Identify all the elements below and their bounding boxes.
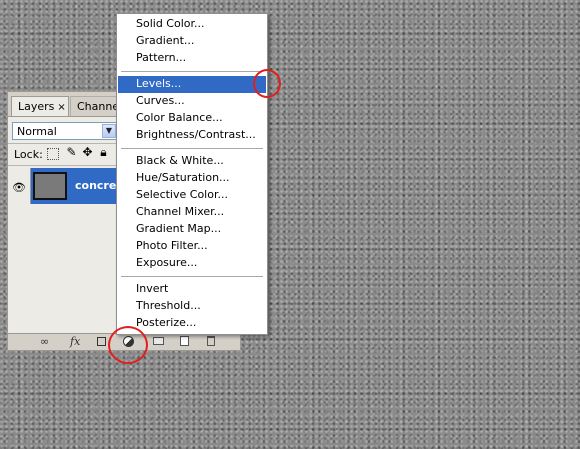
annotation-circle-adjustment-button [108, 326, 148, 364]
mask-icon[interactable] [97, 337, 106, 346]
menu-item-hue-saturation[interactable]: Hue/Saturation... [118, 170, 266, 187]
adjustment-layer-menu: Solid Color... Gradient... Pattern... Level… [116, 13, 268, 335]
menu-item-pattern[interactable]: Pattern... [118, 50, 266, 67]
trash-icon[interactable] [207, 336, 215, 346]
menu-item-color-balance[interactable]: Color Balance... [118, 110, 266, 127]
menu-item-photo-filter[interactable]: Photo Filter... [118, 238, 266, 255]
menu-item-levels[interactable]: Levels... [118, 76, 266, 93]
menu-separator [121, 71, 263, 72]
menu-item-black-white[interactable]: Black & White... [118, 153, 266, 170]
menu-item-gradient[interactable]: Gradient... [118, 33, 266, 50]
menu-item-selective-color[interactable]: Selective Color... [118, 187, 266, 204]
layer-thumbnail [33, 172, 67, 200]
chevron-down-icon[interactable]: ▼ [102, 124, 116, 138]
menu-item-gradient-map[interactable]: Gradient Map... [118, 221, 266, 238]
lock-all-icon[interactable]: 🔒︎ [97, 146, 110, 159]
lock-pixels-brush-icon[interactable]: ✎ [65, 146, 78, 159]
tab-layers-label: Layers [18, 100, 55, 113]
menu-item-exposure[interactable]: Exposure... [118, 255, 266, 272]
menu-item-curves[interactable]: Curves... [118, 93, 266, 110]
visibility-toggle[interactable]: 👁︎ [8, 168, 31, 204]
blend-mode-select[interactable]: Normal ▼ [12, 122, 118, 140]
close-icon[interactable]: × [57, 102, 65, 113]
new-layer-icon[interactable] [180, 336, 189, 346]
lock-position-move-icon[interactable]: ✥ [81, 146, 94, 159]
menu-separator [121, 276, 263, 277]
fx-icon[interactable]: fx [70, 335, 80, 348]
blend-mode-value: Normal [17, 125, 57, 138]
menu-item-brightness-contrast[interactable]: Brightness/Contrast... [118, 127, 266, 144]
lock-label: Lock: [14, 148, 43, 161]
menu-item-invert[interactable]: Invert [118, 281, 266, 298]
menu-separator [121, 148, 263, 149]
menu-item-solid-color[interactable]: Solid Color... [118, 16, 266, 33]
lock-transparency-icon[interactable] [47, 148, 59, 160]
menu-item-channel-mixer[interactable]: Channel Mixer... [118, 204, 266, 221]
tab-layers[interactable]: Layers × [11, 96, 69, 116]
annotation-circle-levels [253, 69, 281, 98]
visibility-eye-icon[interactable]: 👁︎ [12, 181, 26, 194]
link-icon[interactable]: ∞ [40, 335, 49, 348]
group-folder-icon[interactable] [153, 337, 164, 345]
menu-item-threshold[interactable]: Threshold... [118, 298, 266, 315]
